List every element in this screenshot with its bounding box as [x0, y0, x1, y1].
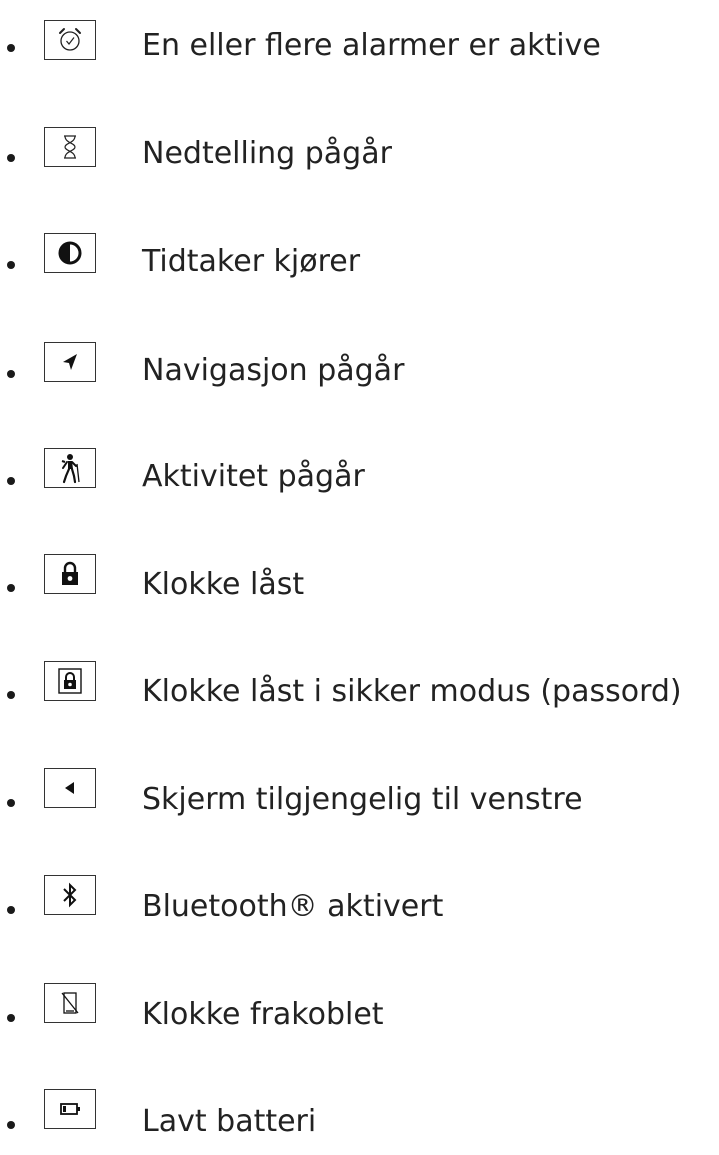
- bullet: [7, 477, 15, 485]
- list-item: Klokke frakoblet: [0, 973, 719, 1033]
- padlock-secure-icon: [44, 661, 96, 701]
- phone-disconnected-icon: [44, 983, 96, 1023]
- bullet: [7, 261, 15, 269]
- low-battery-icon: [44, 1089, 96, 1129]
- bullet: [7, 370, 15, 378]
- list-item: Bluetooth® aktivert: [0, 866, 719, 926]
- item-label: Bluetooth® aktivert: [142, 889, 444, 924]
- half-circle-timer-icon: [44, 233, 96, 273]
- item-label: En eller flere alarmer er aktive: [142, 28, 601, 63]
- list-item: Skjerm tilgjengelig til venstre: [0, 760, 719, 820]
- hourglass-icon: [44, 127, 96, 167]
- hiker-icon: [44, 448, 96, 488]
- item-label: Navigasjon pågår: [142, 353, 405, 388]
- list-item: Klokke låst: [0, 548, 719, 608]
- bullet: [7, 584, 15, 592]
- bullet: [7, 799, 15, 807]
- item-label: Tidtaker kjører: [142, 244, 361, 279]
- bullet: [7, 1121, 15, 1129]
- list-item: En eller flere alarmer er aktive: [0, 18, 719, 78]
- bullet: [7, 154, 15, 162]
- list-item: Nedtelling pågår: [0, 124, 719, 184]
- list-item: Lavt batteri: [0, 1079, 719, 1139]
- bluetooth-icon: [44, 875, 96, 915]
- bullet: [7, 906, 15, 914]
- item-label: Lavt batteri: [142, 1104, 317, 1139]
- alarm-clock-icon: [44, 20, 96, 60]
- list-item: Tidtaker kjører: [0, 230, 719, 290]
- item-label: Nedtelling pågår: [142, 136, 392, 171]
- left-triangle-icon: [44, 768, 96, 808]
- list-item: Navigasjon pågår: [0, 337, 719, 397]
- item-label: Skjerm tilgjengelig til venstre: [142, 782, 583, 817]
- navigation-arrow-icon: [44, 342, 96, 382]
- padlock-icon: [44, 554, 96, 594]
- item-label: Klokke frakoblet: [142, 997, 384, 1032]
- bullet: [7, 691, 15, 699]
- list-item: Klokke låst i sikker modus (passord): [0, 654, 719, 714]
- bullet: [7, 44, 15, 52]
- list-item: Aktivitet pågår: [0, 442, 719, 502]
- item-label: Klokke låst: [142, 567, 305, 602]
- bullet: [7, 1014, 15, 1022]
- item-label: Aktivitet pågår: [142, 459, 365, 494]
- item-label: Klokke låst i sikker modus (passord): [142, 674, 682, 709]
